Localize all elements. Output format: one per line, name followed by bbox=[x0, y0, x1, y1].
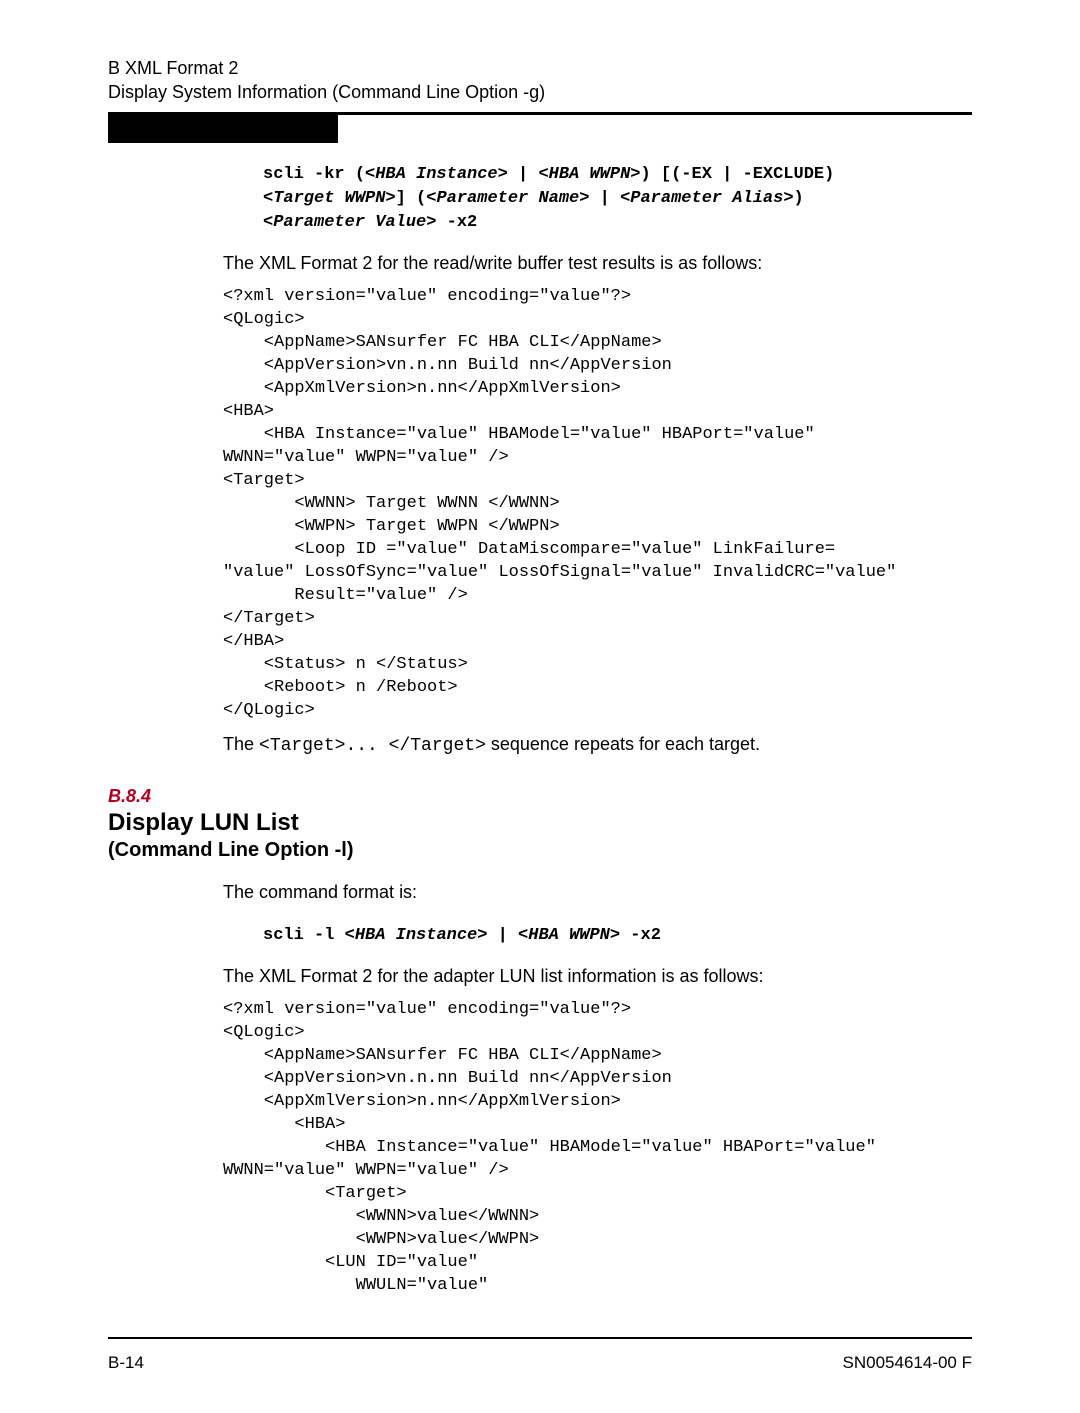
section-subtitle: (Command Line Option -l) bbox=[108, 839, 972, 862]
command-syntax-2: scli -l <HBA Instance> | <HBA WWPN> -x2 bbox=[263, 924, 972, 948]
xml-listing-2: <?xml version="value" encoding="value"?>… bbox=[223, 998, 972, 1297]
section-title: Display LUN List bbox=[108, 809, 972, 837]
section-number: B.8.4 bbox=[108, 786, 972, 807]
paragraph-intro-2: The XML Format 2 for the adapter LUN lis… bbox=[223, 964, 972, 988]
redaction-bar bbox=[108, 115, 338, 143]
page-number: B-14 bbox=[108, 1353, 144, 1373]
paragraph-cmd-intro: The command format is: bbox=[223, 880, 972, 904]
xml-listing-1: <?xml version="value" encoding="value"?>… bbox=[223, 285, 972, 722]
header-line2: Display System Information (Command Line… bbox=[108, 80, 972, 104]
paragraph-repeat-note: The <Target>... </Target> sequence repea… bbox=[223, 732, 972, 758]
doc-id: SN0054614-00 F bbox=[843, 1353, 972, 1373]
paragraph-intro-1: The XML Format 2 for the read/write buff… bbox=[223, 251, 972, 275]
page-header: B XML Format 2 Display System Informatio… bbox=[108, 56, 972, 104]
footer-rule bbox=[108, 1337, 972, 1339]
page-footer: B-14 SN0054614-00 F bbox=[108, 1353, 972, 1373]
header-line1: B XML Format 2 bbox=[108, 56, 972, 80]
command-syntax-1: scli -kr (<HBA Instance> | <HBA WWPN>) [… bbox=[263, 163, 972, 235]
inline-code: <Target>... </Target> bbox=[259, 736, 486, 756]
